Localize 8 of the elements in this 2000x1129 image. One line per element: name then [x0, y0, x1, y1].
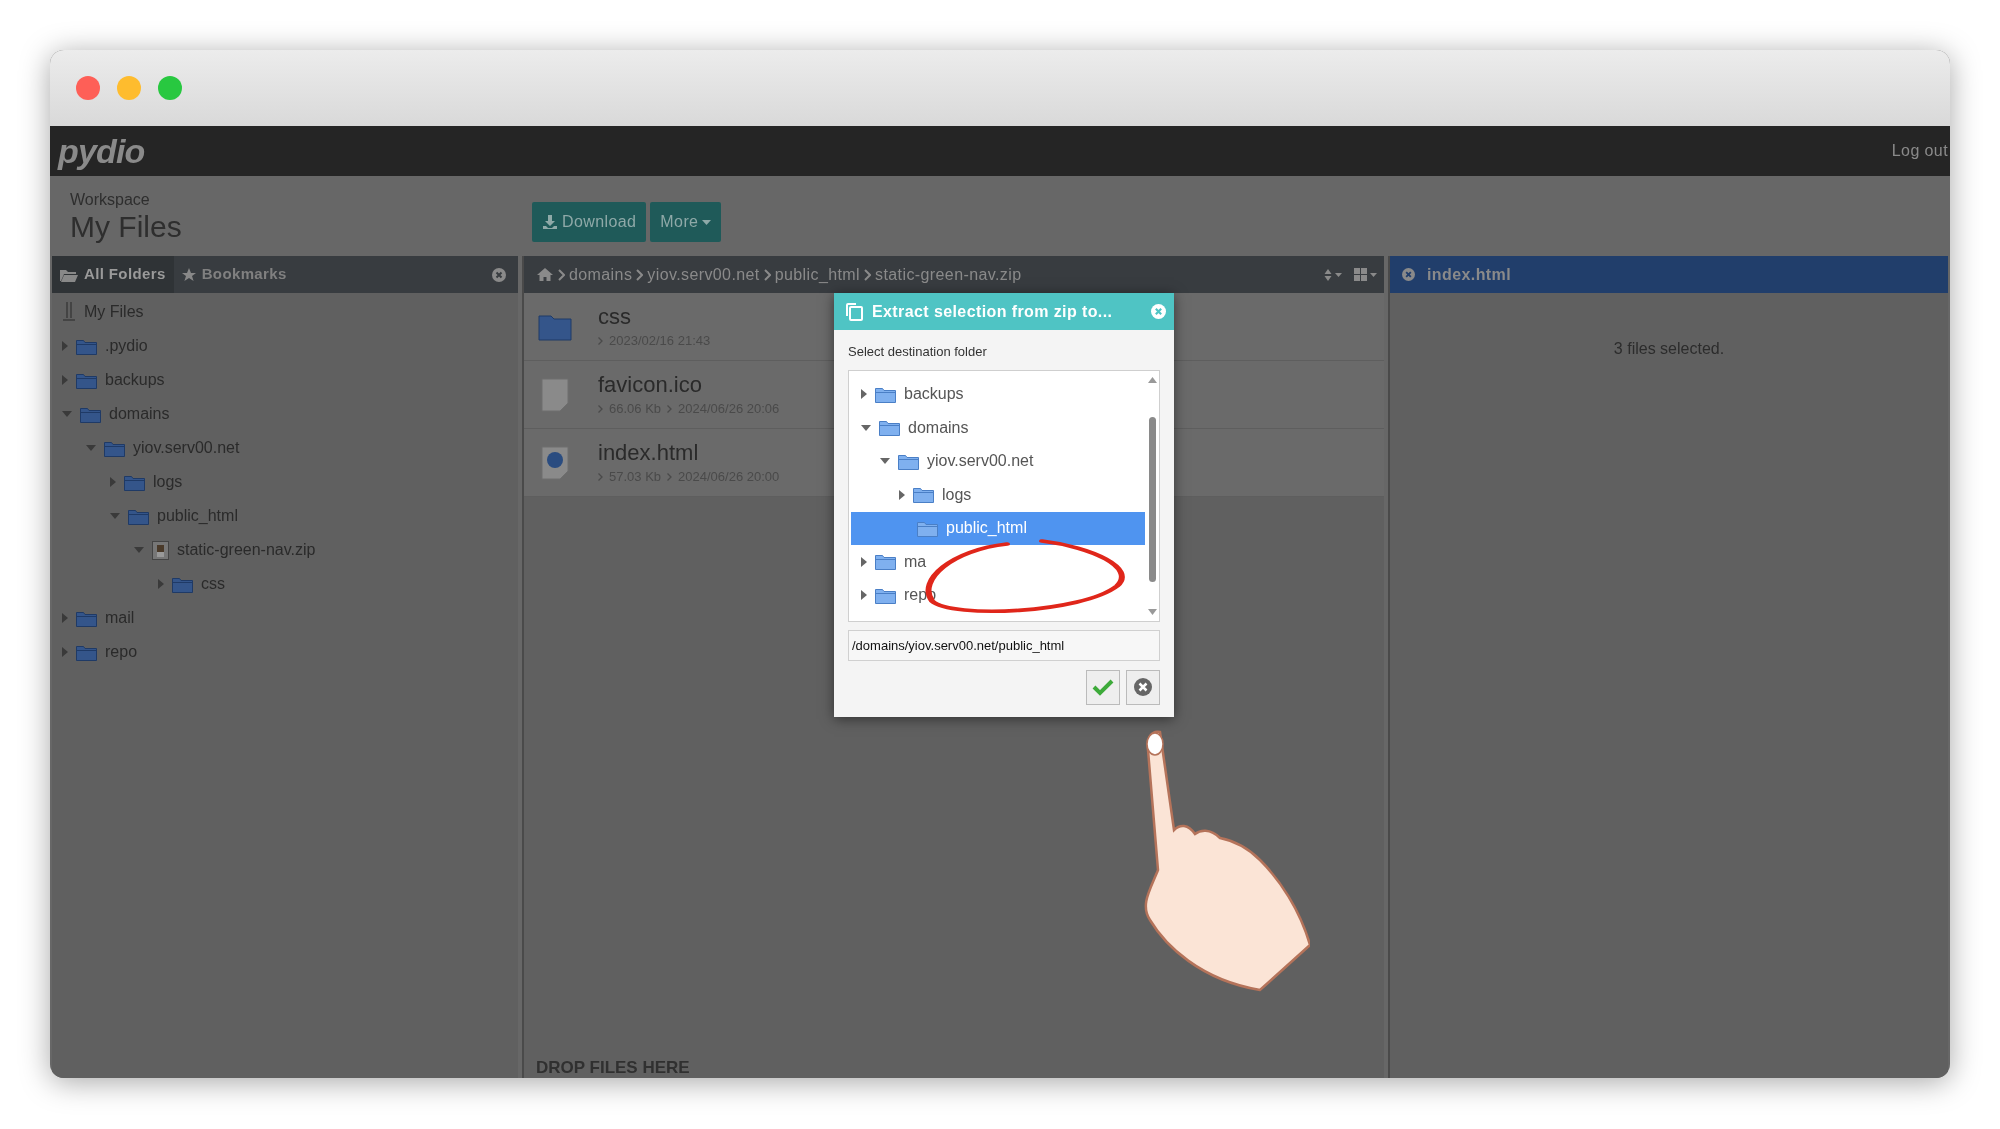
dialog-prompt: Select destination folder [848, 343, 988, 361]
file-name: favicon.ico [598, 370, 703, 399]
details-title: index.html [1427, 264, 1511, 285]
dialog-title: Extract selection from zip to... [872, 301, 1113, 322]
workspace-title: My Files [70, 210, 183, 244]
file-name: index.html [598, 438, 700, 467]
file-name: css [598, 302, 632, 331]
workspace-label: Workspace [70, 190, 151, 210]
